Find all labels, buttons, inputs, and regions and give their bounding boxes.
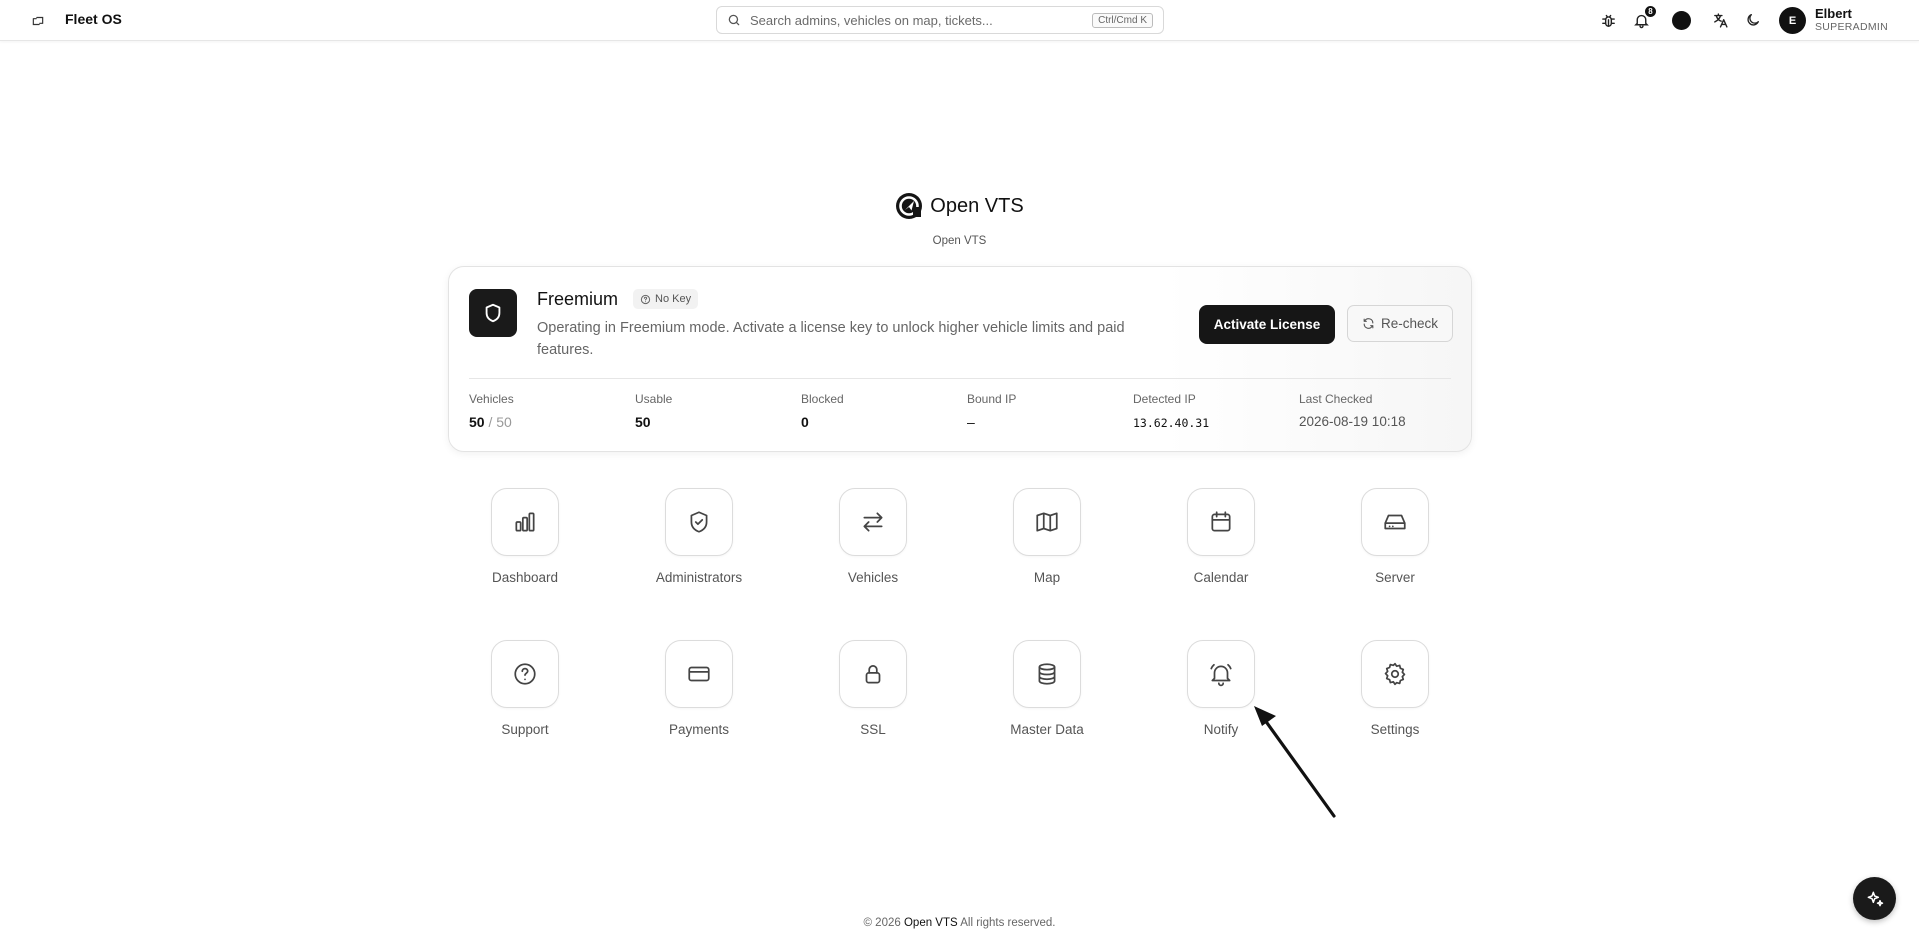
app-tile-label: Calendar	[1193, 570, 1249, 585]
map-icon	[1013, 488, 1081, 556]
app-tile-label: Dashboard	[491, 570, 559, 585]
bug-icon[interactable]	[1597, 9, 1619, 31]
stat-usable: Usable 50	[635, 392, 672, 430]
user-role: SUPERADMIN	[1815, 21, 1889, 33]
license-card: Freemium No Key Operating in Freemium mo…	[448, 266, 1472, 452]
search-icon	[727, 13, 741, 27]
footer-copyright: © 2026	[863, 917, 901, 929]
app-tile-label: Payments	[668, 722, 730, 737]
stat-detected-ip: Detected IP 13.62.40.31	[1133, 392, 1209, 430]
stat-last-checked: Last Checked 2026-08-19 10:18	[1299, 392, 1406, 429]
app-tile-label: Vehicles	[847, 570, 899, 585]
app-tile-ssl[interactable]: SSL	[803, 640, 943, 750]
search-placeholder: Search admins, vehicles on map, tickets.…	[750, 12, 993, 28]
stat-label: Vehicles	[469, 392, 514, 406]
app-tile-label: Support	[501, 722, 549, 737]
app-tile-dashboard[interactable]: Dashboard	[455, 488, 595, 598]
shield-check-icon	[665, 488, 733, 556]
stat-value: –	[967, 414, 975, 430]
credit-card-icon	[665, 640, 733, 708]
help-circle-icon	[491, 640, 559, 708]
app-tile-administrators[interactable]: Administrators	[629, 488, 769, 598]
brand-subtitle: Open VTS	[932, 235, 987, 247]
stat-label: Usable	[635, 392, 673, 406]
stat-bound-ip: Bound IP –	[967, 392, 1016, 430]
moon-icon[interactable]	[1742, 9, 1764, 31]
plan-title: Freemium	[537, 289, 619, 309]
pointer-arrow-icon	[1254, 706, 1336, 818]
avatar[interactable]: E	[1779, 7, 1806, 34]
calendar-icon	[1187, 488, 1255, 556]
search-input[interactable]: Search admins, vehicles on map, tickets.…	[716, 6, 1164, 34]
stat-value: 13.62.40.31	[1133, 416, 1210, 430]
database-icon	[1013, 640, 1081, 708]
stat-label: Blocked	[801, 392, 844, 406]
bell-ring-icon	[1187, 640, 1255, 708]
stat-vehicles: Vehicles 50 / 50	[469, 392, 514, 430]
sidebar-toggle-icon[interactable]	[28, 11, 48, 31]
stat-label: Detected IP	[1133, 392, 1196, 406]
bell-icon[interactable]: 8	[1630, 5, 1657, 31]
user-name[interactable]: Elbert	[1815, 6, 1852, 21]
app-tile-label: Notify	[1203, 722, 1239, 737]
stat-value: 2026-08-19 10:18	[1299, 414, 1406, 429]
stat-blocked: Blocked 0	[801, 392, 844, 430]
lock-icon	[839, 640, 907, 708]
license-status-badge: No Key	[633, 289, 699, 309]
top-bar: Fleet OS Search admins, vehicles on map,…	[0, 0, 1919, 41]
stat-value: 0	[801, 414, 809, 430]
brand-name: Open VTS	[930, 194, 1024, 217]
stat-value: 50 / 50	[469, 414, 512, 430]
plan-description: Operating in Freemium mode. Activate a l…	[537, 320, 1125, 358]
app-tile-label: Administrators	[655, 570, 743, 585]
app-tile-settings[interactable]: Settings	[1325, 640, 1465, 750]
recheck-label: Re-check	[1380, 316, 1439, 331]
gear-icon	[1361, 640, 1429, 708]
app-tile-label: Map	[1033, 570, 1061, 585]
app-tile-server[interactable]: Server	[1325, 488, 1465, 598]
app-tile-support[interactable]: Support	[455, 640, 595, 750]
stat-label: Last Checked	[1299, 392, 1373, 406]
footer-brand-link[interactable]: Open VTS	[904, 917, 958, 929]
brand-header: Open VTS	[0, 192, 1919, 220]
hard-drive-icon	[1361, 488, 1429, 556]
app-tile-label: Server	[1375, 570, 1415, 585]
app-tile-payments[interactable]: Payments	[629, 640, 769, 750]
app-tile-vehicles[interactable]: Vehicles	[803, 488, 943, 598]
stat-label: Bound IP	[967, 392, 1017, 406]
arrows-swap-icon	[839, 488, 907, 556]
language-icon[interactable]	[1709, 9, 1731, 31]
app-tile-master-data[interactable]: Master Data	[977, 640, 1117, 750]
ai-assistant-button[interactable]	[1853, 877, 1896, 920]
recheck-button[interactable]: Re-check	[1347, 305, 1453, 342]
footer-rights: All rights reserved.	[960, 917, 1056, 929]
card-divider	[469, 378, 1451, 379]
app-tile-label: Settings	[1370, 722, 1420, 737]
bar-chart-icon	[491, 488, 559, 556]
stat-value: 50	[635, 414, 651, 430]
activate-license-button[interactable]: Activate License	[1199, 305, 1335, 344]
shield-icon	[469, 289, 517, 337]
app-tile-map[interactable]: Map	[977, 488, 1117, 598]
app-tile-calendar[interactable]: Calendar	[1151, 488, 1291, 598]
search-shortcut-hint: Ctrl/Cmd K	[1092, 12, 1153, 28]
app-tile-label: SSL	[860, 722, 886, 737]
refresh-icon	[1363, 318, 1374, 329]
notification-count-badge: 8	[1644, 5, 1657, 18]
theme-color-icon[interactable]	[1670, 9, 1692, 31]
app-tile-label: Master Data	[1010, 722, 1084, 737]
help-circle-icon	[640, 294, 651, 304]
open-vts-logo-icon	[896, 193, 923, 219]
app-name: Fleet OS	[65, 11, 122, 27]
footer: © 2026 Open VTS All rights reserved.	[0, 917, 1919, 929]
license-status-label: No Key	[655, 293, 692, 305]
sparkles-icon	[1867, 891, 1883, 906]
